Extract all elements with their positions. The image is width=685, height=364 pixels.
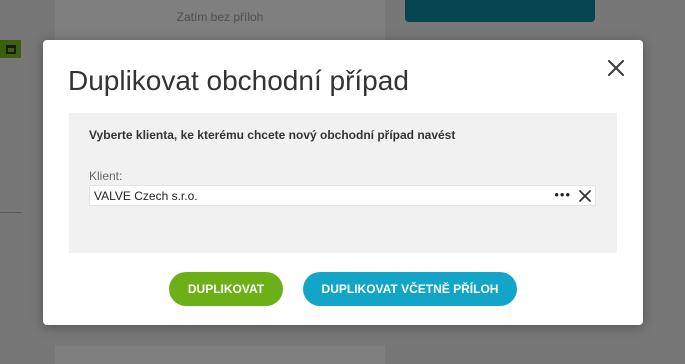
duplicate-modal: Duplikovat obchodní případ Vyberte klien… xyxy=(43,40,643,325)
modal-title: Duplikovat obchodní případ xyxy=(68,65,409,96)
client-field[interactable]: VALVE Czech s.r.o. ••• xyxy=(89,185,596,206)
client-panel: Vyberte klienta, ke kterému chcete nový … xyxy=(69,113,617,253)
clear-icon[interactable] xyxy=(577,188,593,204)
client-label: Klient: xyxy=(89,169,123,183)
duplicate-button[interactable]: DUPLIKOVAT xyxy=(169,272,283,306)
instruction-text: Vyberte klienta, ke kterému chcete nový … xyxy=(89,128,456,142)
close-icon[interactable] xyxy=(606,58,626,78)
duplicate-with-attachments-button[interactable]: DUPLIKOVAT VČETNĚ PŘÍLOH xyxy=(303,272,517,306)
more-icon[interactable]: ••• xyxy=(554,188,571,202)
client-value[interactable]: VALVE Czech s.r.o. xyxy=(94,189,198,203)
